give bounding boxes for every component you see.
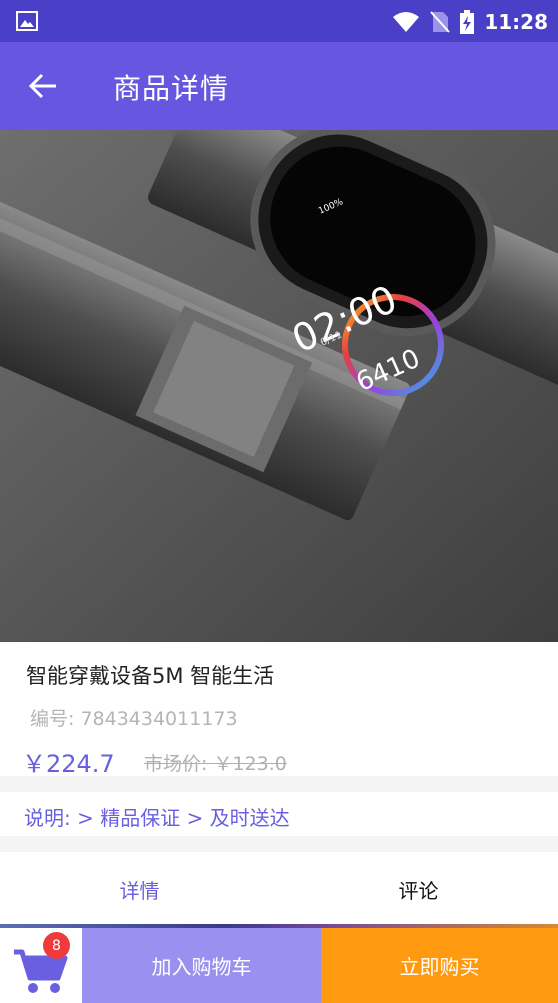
- wifi-icon: [393, 12, 420, 32]
- battery-charging-icon: [460, 10, 475, 34]
- status-bar: 11:28: [0, 0, 558, 42]
- market-price: 市场价: ￥123.0: [144, 753, 287, 775]
- add-to-cart-button[interactable]: 加入购物车: [82, 928, 321, 1003]
- arrow-back-icon[interactable]: [24, 66, 64, 106]
- image-icon: [16, 11, 38, 31]
- product-name: 智能穿戴设备5M 智能生活: [26, 664, 275, 688]
- tab-details[interactable]: 详情: [0, 852, 279, 926]
- description-text: 说明: > 精品保证 > 及时送达: [24, 806, 290, 830]
- no-sim-icon: [430, 11, 451, 33]
- divider: [0, 836, 558, 852]
- cart-count-badge: 8: [43, 932, 70, 959]
- bottom-bar: 8 加入购物车 立即购买: [0, 928, 558, 1003]
- tab-bar: 详情 评论: [0, 852, 558, 926]
- cart-button[interactable]: 8: [0, 928, 82, 1003]
- status-time: 11:28: [484, 10, 548, 34]
- page-title: 商品详情: [113, 72, 230, 105]
- product-code: 编号: 7843434011173: [30, 708, 238, 730]
- description-bar: 说明: > 精品保证 > 及时送达: [0, 792, 558, 836]
- product-price: ￥224.7: [22, 750, 115, 778]
- app-bar: 商品详情: [0, 42, 558, 130]
- status-icons: 11:28: [392, 8, 548, 36]
- product-image: 02:00 6410 100% 6/11: [0, 130, 558, 642]
- divider: [0, 776, 558, 792]
- product-info: 智能穿戴设备5M 智能生活 编号: 7843434011173 ￥224.7 市…: [0, 642, 558, 778]
- tab-comments[interactable]: 评论: [279, 852, 558, 926]
- buy-now-button[interactable]: 立即购买: [321, 928, 558, 1003]
